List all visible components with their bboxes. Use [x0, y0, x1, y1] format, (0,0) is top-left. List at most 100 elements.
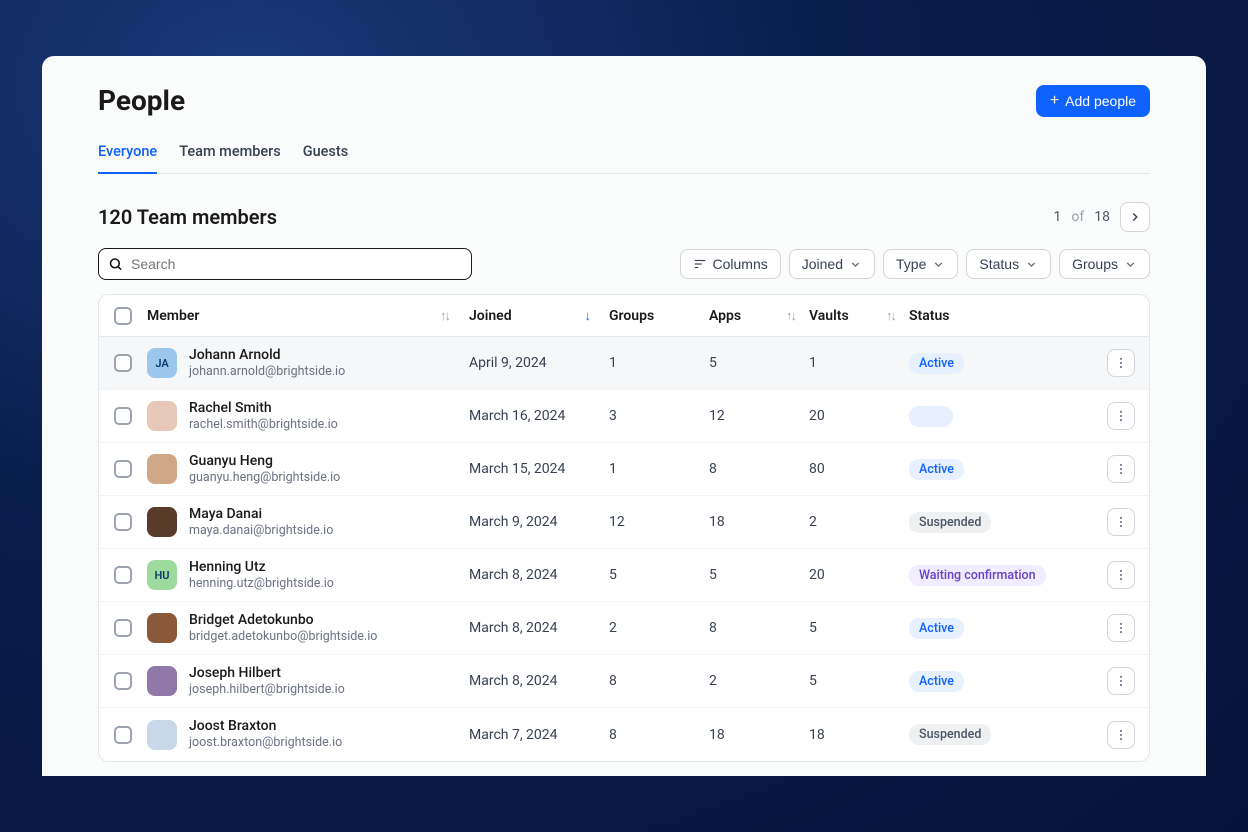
status-badge: Active — [909, 618, 964, 639]
member-name: Guanyu Heng — [189, 452, 340, 470]
row-checkbox[interactable] — [114, 672, 132, 690]
row-checkbox[interactable] — [114, 513, 132, 531]
member-email: henning.utz@brightside.io — [189, 576, 334, 592]
row-checkbox[interactable] — [114, 726, 132, 744]
cell-apps: 8 — [709, 461, 809, 477]
status-badge: Active — [909, 671, 964, 692]
col-joined[interactable]: Joined ↓ — [469, 308, 609, 324]
more-vertical-icon — [1114, 728, 1128, 742]
filter-type[interactable]: Type — [883, 249, 958, 279]
table-row[interactable]: JA Johann Arnold johann.arnold@brightsid… — [99, 337, 1149, 390]
row-menu-button[interactable] — [1107, 561, 1135, 589]
filter-status[interactable]: Status — [966, 249, 1051, 279]
col-status[interactable]: Status — [909, 308, 1089, 324]
chevron-down-icon — [932, 258, 945, 271]
cell-apps: 5 — [709, 355, 809, 371]
cell-groups: 8 — [609, 673, 709, 689]
status-badge: Active — [909, 459, 964, 480]
cell-joined: March 8, 2024 — [469, 567, 609, 583]
columns-button[interactable]: Columns — [680, 249, 781, 279]
table-row[interactable]: Joseph Hilbert joseph.hilbert@brightside… — [99, 655, 1149, 708]
cell-vaults: 20 — [809, 567, 909, 583]
members-table: Member ↑↓ Joined ↓ Groups Apps ↑↓ Vaults… — [98, 294, 1150, 762]
people-page: People + Add people EveryoneTeam members… — [42, 56, 1206, 776]
row-menu-button[interactable] — [1107, 402, 1135, 430]
table-row[interactable]: Maya Danai maya.danai@brightside.io Marc… — [99, 496, 1149, 549]
cell-groups: 8 — [609, 727, 709, 743]
avatar — [147, 507, 177, 537]
row-menu-button[interactable] — [1107, 667, 1135, 695]
row-checkbox[interactable] — [114, 460, 132, 478]
row-checkbox[interactable] — [114, 354, 132, 372]
col-vaults[interactable]: Vaults ↑↓ — [809, 308, 909, 324]
table-row[interactable]: HU Henning Utz henning.utz@brightside.io… — [99, 549, 1149, 602]
member-email: joseph.hilbert@brightside.io — [189, 682, 345, 698]
columns-icon — [693, 257, 707, 271]
tab-guests[interactable]: Guests — [303, 133, 348, 173]
tab-everyone[interactable]: Everyone — [98, 133, 157, 174]
avatar — [147, 613, 177, 643]
more-vertical-icon — [1114, 356, 1128, 370]
tabs: Everyone Team members Guests — [98, 133, 1150, 174]
more-vertical-icon — [1114, 409, 1128, 423]
table-row[interactable]: Joost Braxton joost.braxton@brightside.i… — [99, 708, 1149, 761]
cell-apps: 12 — [709, 408, 809, 424]
member-email: joost.braxton@brightside.io — [189, 735, 342, 751]
col-member[interactable]: Member ↑↓ — [147, 308, 469, 324]
member-cell: Joost Braxton joost.braxton@brightside.i… — [147, 717, 469, 751]
cell-apps: 2 — [709, 673, 809, 689]
page-of-label: of — [1071, 209, 1084, 225]
table-row[interactable]: Guanyu Heng guanyu.heng@brightside.io Ma… — [99, 443, 1149, 496]
sort-down-icon: ↓ — [585, 308, 590, 324]
sort-icon: ↑↓ — [886, 308, 895, 324]
cell-vaults: 20 — [809, 408, 909, 424]
members-count: 120 Team members — [98, 205, 277, 229]
cell-groups: 3 — [609, 408, 709, 424]
chevron-down-icon — [1124, 258, 1137, 271]
row-menu-button[interactable] — [1107, 349, 1135, 377]
page-current: 1 — [1054, 209, 1062, 225]
search-input[interactable] — [98, 248, 472, 280]
col-apps[interactable]: Apps ↑↓ — [709, 308, 809, 324]
cell-apps: 5 — [709, 567, 809, 583]
row-checkbox[interactable] — [114, 566, 132, 584]
filter-type-label: Type — [896, 256, 926, 272]
member-cell: Guanyu Heng guanyu.heng@brightside.io — [147, 452, 469, 486]
member-cell: Bridget Adetokunbo bridget.adetokunbo@br… — [147, 611, 469, 645]
cell-vaults: 80 — [809, 461, 909, 477]
member-name: Rachel Smith — [189, 399, 338, 417]
next-page-button[interactable] — [1120, 202, 1150, 232]
table-header: Member ↑↓ Joined ↓ Groups Apps ↑↓ Vaults… — [99, 295, 1149, 337]
member-email: guanyu.heng@brightside.io — [189, 470, 340, 486]
cell-joined: March 7, 2024 — [469, 727, 609, 743]
cell-groups: 1 — [609, 355, 709, 371]
tab-team-members[interactable]: Team members — [179, 133, 281, 173]
chevron-right-icon — [1128, 210, 1142, 224]
cell-status: Active — [909, 618, 1089, 639]
filter-joined[interactable]: Joined — [789, 249, 875, 279]
chevron-down-icon — [1025, 258, 1038, 271]
select-all-checkbox[interactable] — [114, 307, 132, 325]
cell-joined: March 8, 2024 — [469, 673, 609, 689]
row-menu-button[interactable] — [1107, 721, 1135, 749]
more-vertical-icon — [1114, 515, 1128, 529]
row-menu-button[interactable] — [1107, 614, 1135, 642]
add-people-label: Add people — [1065, 93, 1136, 109]
cell-status: Active — [909, 459, 1089, 480]
member-cell: HU Henning Utz henning.utz@brightside.io — [147, 558, 469, 592]
row-checkbox[interactable] — [114, 407, 132, 425]
avatar: HU — [147, 560, 177, 590]
filter-status-label: Status — [979, 256, 1019, 272]
table-row[interactable]: Bridget Adetokunbo bridget.adetokunbo@br… — [99, 602, 1149, 655]
col-groups[interactable]: Groups — [609, 308, 709, 324]
member-name: Joost Braxton — [189, 717, 342, 735]
row-menu-button[interactable] — [1107, 455, 1135, 483]
member-cell: JA Johann Arnold johann.arnold@brightsid… — [147, 346, 469, 380]
row-menu-button[interactable] — [1107, 508, 1135, 536]
add-people-button[interactable]: + Add people — [1036, 85, 1150, 117]
filter-groups[interactable]: Groups — [1059, 249, 1150, 279]
table-row[interactable]: Rachel Smith rachel.smith@brightside.io … — [99, 390, 1149, 443]
member-email: maya.danai@brightside.io — [189, 523, 333, 539]
row-checkbox[interactable] — [114, 619, 132, 637]
member-cell: Joseph Hilbert joseph.hilbert@brightside… — [147, 664, 469, 698]
